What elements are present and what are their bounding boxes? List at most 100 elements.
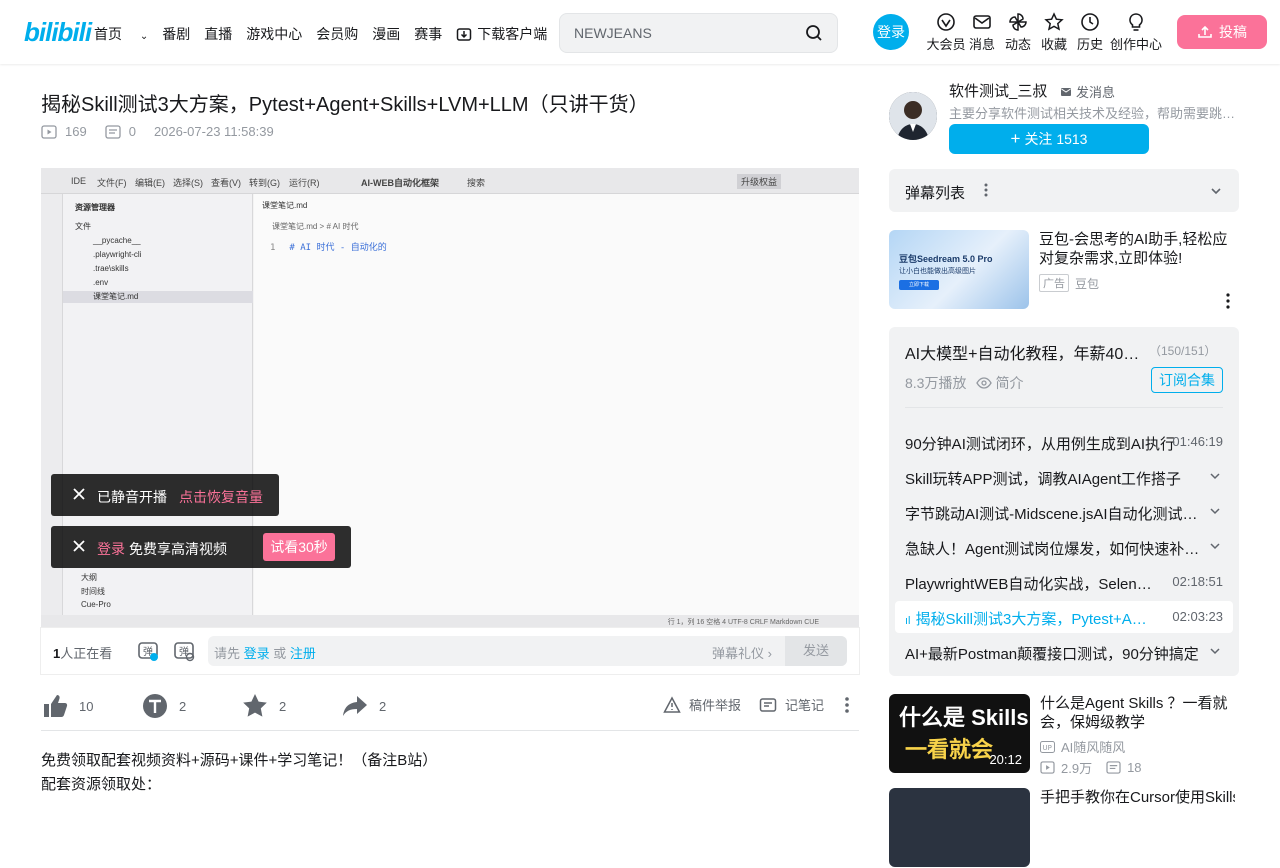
subscribe-collection-button[interactable]: 订阅合集	[1151, 367, 1223, 393]
video-description: 免费领取配套视频资料+源码+课件+学习笔记！（备注B站） 配套资源领取处：	[41, 752, 438, 793]
vip-icon	[937, 13, 955, 31]
chevron-down-icon[interactable]	[1209, 505, 1221, 517]
collection-panel: AI大模型+自动化教程，年薪40万+必备技能 （150/151） 8.3万播放 …	[889, 327, 1239, 676]
close-icon[interactable]	[71, 538, 87, 554]
uploader-name[interactable]: 软件测试_三叔	[949, 80, 1047, 101]
chevron-down-icon[interactable]	[1209, 540, 1221, 552]
dm-login-link[interactable]: 登录	[244, 646, 270, 661]
nav-live[interactable]: 直播	[204, 24, 232, 44]
more-vertical-icon[interactable]	[983, 181, 989, 199]
collection-item[interactable]: 90分钟AI测试闭环，从用例生成到AI执行 01:46:19	[895, 426, 1233, 458]
code-line: 1 # AI 时代 - 自动化的	[270, 243, 387, 253]
ad-source: 豆包	[1075, 276, 1100, 291]
close-icon[interactable]	[71, 486, 87, 502]
search-input[interactable]	[574, 22, 794, 44]
collection-intro-link[interactable]: 简介	[995, 373, 1023, 393]
chevron-down-icon[interactable]	[1209, 645, 1221, 657]
video-title: 揭秘Skill测试3大方案，Pytest+Agent+Skills+LVM+LL…	[41, 94, 649, 116]
nav-history[interactable]: 历史	[1072, 12, 1108, 53]
collection-item[interactable]: AI+最新Postman颠覆接口测试，90分钟搞定	[895, 636, 1233, 668]
nav-dynamic[interactable]: 动态	[1000, 12, 1036, 53]
collection-item[interactable]: 急缺人！Agent测试岗位爆发，如何快速补齐技能	[895, 531, 1233, 563]
divider	[905, 407, 1223, 408]
collection-plays: 8.3万播放	[905, 375, 967, 391]
clock-icon	[1081, 13, 1099, 31]
note-button[interactable]: 记笔记	[759, 695, 824, 714]
bilibili-logo[interactable]: bilibili	[24, 17, 92, 48]
recommended-thumbnail[interactable]: 什么是 Skills 一看就会 20:12	[889, 694, 1030, 773]
note-icon	[759, 697, 777, 712]
danmaku-bar: 1人正在看 弹 弹 请先 登录 或 注册 弹幕礼仪 › 发送	[41, 628, 859, 674]
dm-register-link[interactable]: 注册	[290, 646, 316, 661]
playing-bars-icon: ıl	[905, 615, 911, 627]
more-vertical-icon[interactable]	[1225, 292, 1231, 310]
danmaku-icon	[1106, 761, 1121, 774]
nav-message[interactable]: 消息	[964, 12, 1000, 53]
upload-button[interactable]: 投稿	[1177, 15, 1267, 49]
send-danmaku-button[interactable]: 发送	[785, 636, 847, 666]
view-count: 169	[41, 124, 87, 139]
mail-icon	[1061, 87, 1071, 96]
recommended-owner[interactable]: UP AI随风随风	[1040, 737, 1125, 756]
danmaku-list-panel[interactable]: 弹幕列表	[889, 169, 1239, 212]
svg-text:弹: 弹	[179, 645, 189, 658]
play-count-icon	[1040, 761, 1055, 774]
lightbulb-icon	[1129, 13, 1143, 31]
ide-statusbar: 行 1，列 16 空格 4 UTF-8 CRLF Markdown CUE	[41, 615, 859, 628]
like-button[interactable]: 10	[41, 692, 93, 720]
play-count-icon	[41, 124, 57, 139]
coin-button[interactable]: 2	[141, 692, 186, 720]
favorite-button[interactable]: 2	[241, 692, 286, 720]
send-message-link[interactable]: 发消息	[1060, 82, 1115, 101]
ad-card[interactable]: 豆包Seedream 5.0 Pro 让小白也能做出高级图片 立即下载 豆包-会…	[889, 230, 1239, 310]
uploader-avatar[interactable]	[889, 92, 937, 140]
recommended-title[interactable]: 手把手教你在Cursor使用Skills	[1040, 788, 1235, 807]
nav-shop[interactable]: 会员购	[316, 24, 358, 44]
danmaku-toggle-icon[interactable]: 弹	[137, 640, 159, 662]
collection-title[interactable]: AI大模型+自动化教程，年薪40万+必备技能	[905, 340, 1145, 364]
eye-icon	[976, 377, 993, 389]
recommended-title[interactable]: 什么是Agent Skills ？一看就会，保姆级教学	[1040, 694, 1235, 732]
nav-game[interactable]: 游戏中心	[246, 24, 302, 44]
uploader-description: 主要分享软件测试相关技术及经验，帮助需要跳槽和学习的小伙伴	[949, 106, 1239, 121]
nav-manga[interactable]: 漫画	[372, 24, 400, 44]
watching-now: 1人正在看	[53, 646, 113, 661]
collection-item-current[interactable]: ıl揭秘Skill测试3大方案，Pytest+Agent+Skills02:03…	[895, 601, 1233, 633]
svg-text:UP: UP	[1043, 744, 1052, 752]
ad-title[interactable]: 豆包-会思考的AI助手,轻松应对复杂需求,立即体验!	[1039, 230, 1234, 268]
restore-volume-link[interactable]: 点击恢复音量	[179, 487, 263, 507]
right-nav: 大会员 消息 动态 收藏 历史 创作中心	[918, 12, 1164, 53]
danmaku-settings-icon[interactable]: 弹	[173, 640, 195, 662]
upload-icon	[1198, 25, 1212, 38]
report-button[interactable]: 稿件举报	[663, 695, 741, 714]
follow-button[interactable]: + 关注 1513	[949, 124, 1149, 154]
chevron-down-icon: ⌄	[139, 31, 149, 42]
try-30s-button[interactable]: 试看30秒	[263, 533, 335, 561]
toast-login-link[interactable]: 登录	[97, 539, 125, 559]
nav-match[interactable]: 赛事	[414, 24, 442, 44]
ad-thumbnail[interactable]: 豆包Seedream 5.0 Pro 让小白也能做出高级图片 立即下载	[889, 230, 1029, 309]
search-box	[559, 13, 838, 53]
danmaku-etiquette-link[interactable]: 弹幕礼仪 ›	[712, 643, 772, 662]
chevron-down-icon[interactable]	[1209, 184, 1223, 198]
star-icon	[243, 694, 267, 717]
chevron-down-icon[interactable]	[1209, 470, 1221, 482]
collection-item[interactable]: 字节跳动AI测试-Midscene.jsAI自动化测试框架	[895, 496, 1233, 528]
recommended-video[interactable]: 什么是 Skills 一看就会 20:12 什么是Agent Skills ？一…	[889, 694, 1239, 776]
collection-item[interactable]: Skill玩转APP测试，调教AIAgent工作搭子	[895, 461, 1233, 493]
login-avatar-button[interactable]: 登录	[873, 14, 909, 50]
main-nav: 首页 ⌄ 番剧 直播 游戏中心 会员购 漫画 赛事 下载客户端 新	[94, 24, 610, 44]
share-button[interactable]: 2	[341, 692, 386, 720]
collection-item[interactable]: PlaywrightWEB自动化实战，Selenium淘汰02:18:51	[895, 566, 1233, 598]
nav-creator[interactable]: 创作中心	[1108, 12, 1164, 53]
danmaku-input[interactable]: 请先 登录 或 注册 弹幕礼仪 › 发送	[208, 636, 847, 666]
nav-bangumi[interactable]: 番剧	[162, 24, 190, 44]
search-icon[interactable]	[805, 24, 823, 42]
star-icon	[1044, 12, 1064, 31]
recommended-video[interactable]: 手把手教你在Cursor使用Skills	[889, 788, 1239, 868]
share-arrow-icon	[343, 696, 367, 716]
login-hd-toast: 登录 免费享高清视频 试看30秒	[51, 526, 351, 568]
more-vertical-icon[interactable]	[841, 695, 853, 715]
nav-favorites[interactable]: 收藏	[1036, 12, 1072, 53]
nav-home[interactable]: 首页 ⌄	[94, 24, 148, 44]
